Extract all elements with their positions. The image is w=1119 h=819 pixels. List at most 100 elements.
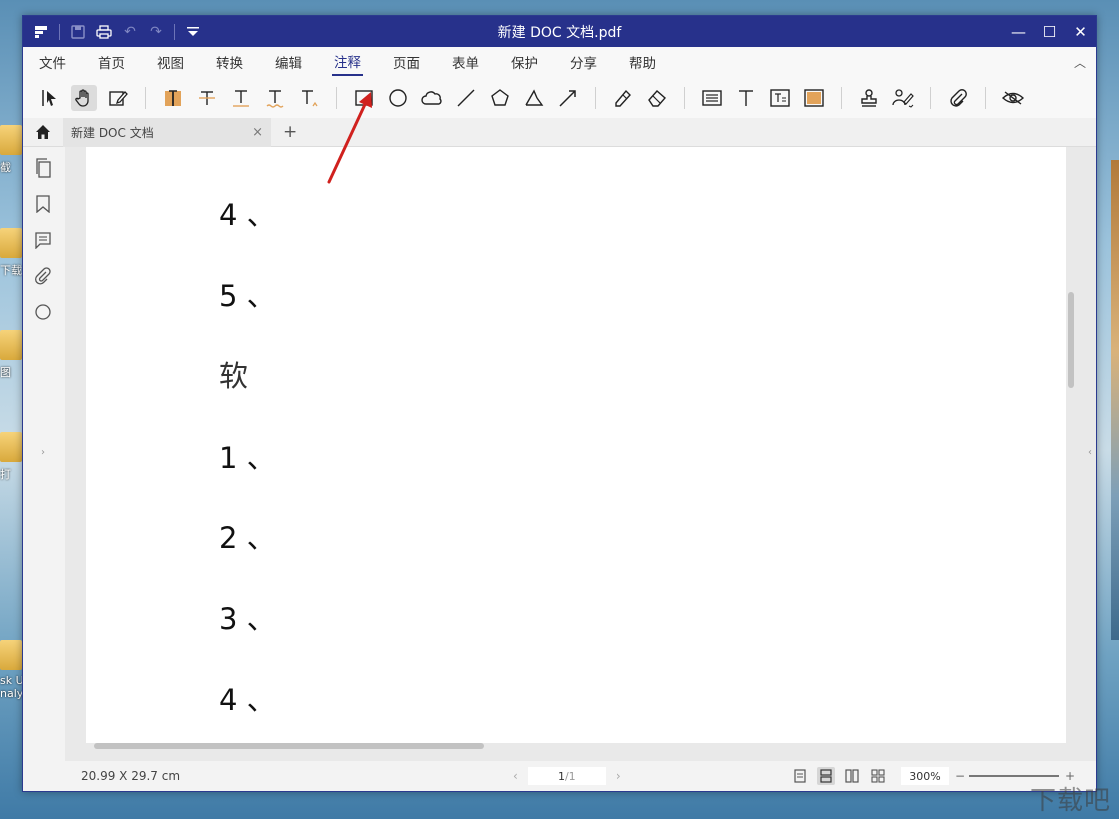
minimize-button[interactable]: —	[1003, 16, 1034, 47]
quick-access-dropdown-icon[interactable]	[185, 24, 201, 40]
continuous-view-icon[interactable]	[817, 767, 835, 785]
cloud-icon[interactable]	[419, 85, 445, 111]
arrow-icon[interactable]	[555, 85, 581, 111]
divider	[336, 87, 337, 109]
divider	[841, 87, 842, 109]
attachment-icon[interactable]	[945, 85, 971, 111]
document-viewer[interactable]: 4 、 5 、 软 1 、 2 、 3 、 4 、 ‹	[65, 147, 1096, 761]
eraser-icon[interactable]	[644, 85, 670, 111]
expand-right-panel-icon[interactable]: ‹	[1088, 447, 1092, 458]
text-line: 5 、	[219, 279, 276, 313]
rectangle-icon[interactable]	[351, 85, 377, 111]
undo-icon[interactable]: ↶	[122, 24, 138, 40]
horizontal-scrollbar[interactable]	[94, 743, 484, 749]
desktop-icon-3[interactable]: 图	[0, 330, 24, 380]
menu-page[interactable]: 页面	[391, 50, 422, 75]
divider	[595, 87, 596, 109]
app-logo-icon	[33, 24, 49, 40]
menu-protect[interactable]: 保护	[509, 50, 540, 75]
strikethrough-icon[interactable]	[194, 85, 220, 111]
area-highlight-icon[interactable]	[801, 85, 827, 111]
annotation-toolbar	[23, 78, 1096, 118]
home-icon[interactable]	[23, 124, 63, 140]
desktop-label: 打	[0, 468, 11, 481]
squiggly-icon[interactable]	[262, 85, 288, 111]
zoom-slider[interactable]	[969, 775, 1059, 777]
next-page-icon[interactable]: ›	[616, 769, 621, 783]
attachments-panel-icon[interactable]	[32, 265, 54, 287]
expand-sidebar-icon[interactable]: ›	[41, 447, 45, 458]
desktop-icon-1[interactable]: 截	[0, 125, 24, 175]
bookmark-icon[interactable]	[32, 193, 54, 215]
text-line: 3 、	[219, 602, 276, 636]
menu-view[interactable]: 视图	[155, 50, 186, 75]
menu-file[interactable]: 文件	[37, 50, 68, 75]
text-line: 4 、	[219, 198, 276, 232]
divider	[985, 87, 986, 109]
menu-share[interactable]: 分享	[568, 50, 599, 75]
menu-home[interactable]: 首页	[96, 50, 127, 75]
save-icon[interactable]	[70, 24, 86, 40]
single-page-view-icon[interactable]	[791, 767, 809, 785]
thumbnails-icon[interactable]	[32, 157, 54, 179]
print-icon[interactable]	[96, 24, 112, 40]
zoom-out-button[interactable]: −	[955, 769, 965, 783]
polyline-icon[interactable]	[521, 85, 547, 111]
folder-icon	[0, 432, 22, 462]
text-line: 1 、	[219, 441, 276, 475]
total-pages: /1	[564, 769, 576, 783]
prev-page-icon[interactable]: ‹	[513, 769, 518, 783]
app-icon	[0, 640, 22, 670]
menu-help[interactable]: 帮助	[627, 50, 658, 75]
redo-icon[interactable]: ↷	[148, 24, 164, 40]
desktop-label: 下载	[0, 264, 22, 277]
page-number-input[interactable]: 1 /1	[527, 767, 606, 785]
document-tab[interactable]: 新建 DOC 文档 ×	[63, 117, 271, 147]
menu-convert[interactable]: 转换	[214, 50, 245, 75]
signature-icon[interactable]	[890, 85, 916, 111]
status-bar: 20.99 X 29.7 cm ‹ 1 /1 › 300% − +	[23, 761, 1096, 791]
desktop-icon-5[interactable]: sk U naly	[0, 640, 24, 700]
edit-annotation-icon[interactable]	[105, 85, 131, 111]
add-tab-icon[interactable]: +	[283, 122, 297, 142]
title-bar: ↶ ↷ 新建 DOC 文档.pdf — ☐ ✕	[23, 16, 1096, 47]
underline-icon[interactable]	[228, 85, 254, 111]
close-tab-icon[interactable]: ×	[252, 125, 263, 140]
polygon-icon[interactable]	[487, 85, 513, 111]
highlight-icon[interactable]	[160, 85, 186, 111]
divider	[59, 23, 60, 40]
maximize-button[interactable]: ☐	[1034, 16, 1065, 47]
close-button[interactable]: ✕	[1065, 16, 1096, 47]
select-tool-icon[interactable]	[37, 85, 63, 111]
text-line: 2 、	[219, 521, 276, 555]
line-icon[interactable]	[453, 85, 479, 111]
zoom-level-input[interactable]: 300%	[901, 767, 949, 785]
note-icon[interactable]	[699, 85, 725, 111]
textbox-icon[interactable]	[767, 85, 793, 111]
vertical-scrollbar[interactable]	[1068, 292, 1074, 388]
hand-tool-icon[interactable]	[71, 85, 97, 111]
desktop-label: 图	[0, 366, 11, 379]
hide-annotations-icon[interactable]	[1000, 85, 1026, 111]
pencil-icon[interactable]	[610, 85, 636, 111]
text-line: 4 、	[219, 683, 276, 717]
ellipse-icon[interactable]	[385, 85, 411, 111]
main-area: › 4 、 5 、 软 1 、 2 、 3 、 4 、 ‹	[23, 147, 1096, 761]
insert-text-icon[interactable]	[296, 85, 322, 111]
menu-edit[interactable]: 编辑	[273, 50, 304, 75]
document-tab-label: 新建 DOC 文档	[71, 125, 154, 140]
stamp-icon[interactable]	[856, 85, 882, 111]
typewriter-icon[interactable]	[733, 85, 759, 111]
menu-comment[interactable]: 注释	[332, 49, 363, 76]
two-page-view-icon[interactable]	[843, 767, 861, 785]
search-panel-icon[interactable]	[32, 301, 54, 323]
desktop-icon-2[interactable]: 下载	[0, 228, 24, 278]
page-size-label: 20.99 X 29.7 cm	[81, 769, 181, 783]
desktop-icon-4[interactable]: 打	[0, 432, 24, 482]
divider	[174, 23, 175, 40]
two-page-continuous-view-icon[interactable]	[869, 767, 887, 785]
divider	[145, 87, 146, 109]
collapse-ribbon-icon[interactable]: ︿	[1074, 54, 1086, 71]
menu-form[interactable]: 表单	[450, 50, 481, 75]
comments-icon[interactable]	[32, 229, 54, 251]
